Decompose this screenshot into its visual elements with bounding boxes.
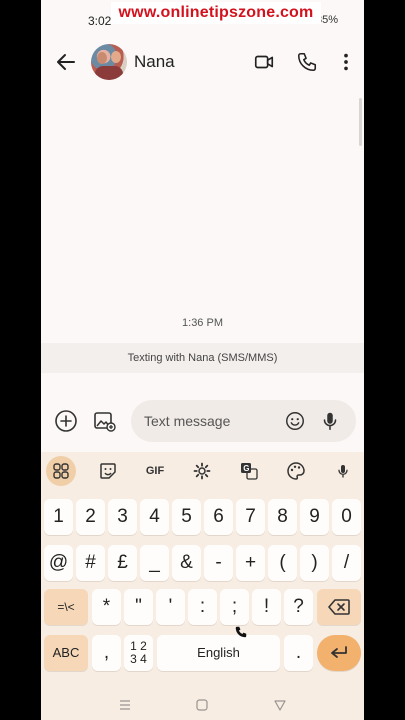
voice-input-icon[interactable] [328, 456, 358, 486]
key-ampersand[interactable]: & [172, 545, 201, 581]
abc-key[interactable]: ABC [44, 635, 88, 671]
status-bar: 3:02 35% www.onlinetipszone.com [41, 0, 364, 42]
more-symbols-key[interactable]: =\< [44, 589, 88, 625]
numpad-bottom: 3 4 [130, 652, 147, 666]
key-slash[interactable]: / [332, 545, 361, 581]
key-close-paren[interactable]: ) [300, 545, 329, 581]
text-message-placeholder: Text message [144, 413, 231, 429]
enter-key[interactable] [317, 635, 361, 671]
key-exclamation[interactable]: ! [252, 589, 281, 625]
key-9[interactable]: 9 [300, 499, 329, 535]
phone-screen: 3:02 35% www.onlinetipszone.com Nana 1:3… [41, 0, 364, 720]
conversation-header: Nana [41, 42, 364, 82]
settings-gear-icon[interactable] [187, 456, 217, 486]
key-plus[interactable]: + [236, 545, 265, 581]
numpad-key[interactable]: 1 2 3 4 [124, 635, 153, 671]
key-8[interactable]: 8 [268, 499, 297, 535]
home-square-icon[interactable] [195, 698, 209, 712]
texting-banner: Texting with Nana (SMS/MMS) [41, 343, 364, 373]
keyboard: GIF G 1 2 3 4 5 6 7 8 9 0 @ # £ _ & - + … [41, 452, 364, 720]
key-hash[interactable]: # [76, 545, 105, 581]
navigation-bar [41, 690, 364, 720]
translate-icon[interactable]: G [234, 456, 264, 486]
key-underscore[interactable]: _ [140, 545, 169, 581]
watermark: www.onlinetipszone.com [111, 2, 321, 24]
more-options-icon[interactable] [335, 51, 357, 73]
key-7[interactable]: 7 [236, 499, 265, 535]
key-4[interactable]: 4 [140, 499, 169, 535]
key-5[interactable]: 5 [172, 499, 201, 535]
key-0[interactable]: 0 [332, 499, 361, 535]
key-6[interactable]: 6 [204, 499, 233, 535]
back-arrow-icon[interactable] [54, 50, 78, 74]
theme-palette-icon[interactable] [281, 456, 311, 486]
key-single-quote[interactable]: ' [156, 589, 185, 625]
keyboard-toolbar: GIF G [41, 452, 364, 490]
text-message-input[interactable]: Text message [131, 400, 356, 442]
key-pound[interactable]: £ [108, 545, 137, 581]
enter-icon [331, 646, 347, 658]
recents-menu-icon[interactable] [118, 698, 132, 712]
key-3[interactable]: 3 [108, 499, 137, 535]
key-period[interactable]: . [284, 635, 313, 671]
phone-call-icon[interactable] [296, 51, 318, 73]
key-semicolon[interactable]: ; [220, 589, 249, 625]
video-call-icon[interactable] [253, 51, 275, 73]
backspace-icon [328, 599, 350, 615]
key-colon[interactable]: : [188, 589, 217, 625]
key-comma[interactable]: , [92, 635, 121, 671]
key-2[interactable]: 2 [76, 499, 105, 535]
microphone-icon[interactable] [319, 409, 341, 433]
key-open-paren[interactable]: ( [268, 545, 297, 581]
apps-grid-icon[interactable] [46, 456, 76, 486]
key-asterisk[interactable]: * [92, 589, 121, 625]
backspace-key[interactable] [317, 589, 361, 625]
cursor-phone-icon [235, 626, 247, 638]
add-attachment-icon[interactable] [54, 409, 78, 433]
message-timestamp: 1:36 PM [182, 317, 223, 329]
key-question[interactable]: ? [284, 589, 313, 625]
contact-name[interactable]: Nana [134, 52, 175, 72]
gif-button[interactable]: GIF [140, 456, 170, 486]
space-key[interactable]: English [157, 635, 280, 671]
emoji-icon[interactable] [284, 410, 306, 432]
sticker-icon[interactable] [93, 456, 123, 486]
contact-avatar[interactable] [91, 44, 127, 80]
key-at[interactable]: @ [44, 545, 73, 581]
svg-text:G: G [243, 464, 249, 473]
key-double-quote[interactable]: " [124, 589, 153, 625]
back-triangle-icon[interactable] [273, 698, 287, 712]
key-minus[interactable]: - [204, 545, 233, 581]
status-time: 3:02 [88, 14, 112, 28]
gallery-icon[interactable] [92, 409, 116, 433]
scrollbar[interactable] [359, 98, 362, 146]
key-1[interactable]: 1 [44, 499, 73, 535]
compose-bar: Text message [41, 398, 364, 444]
